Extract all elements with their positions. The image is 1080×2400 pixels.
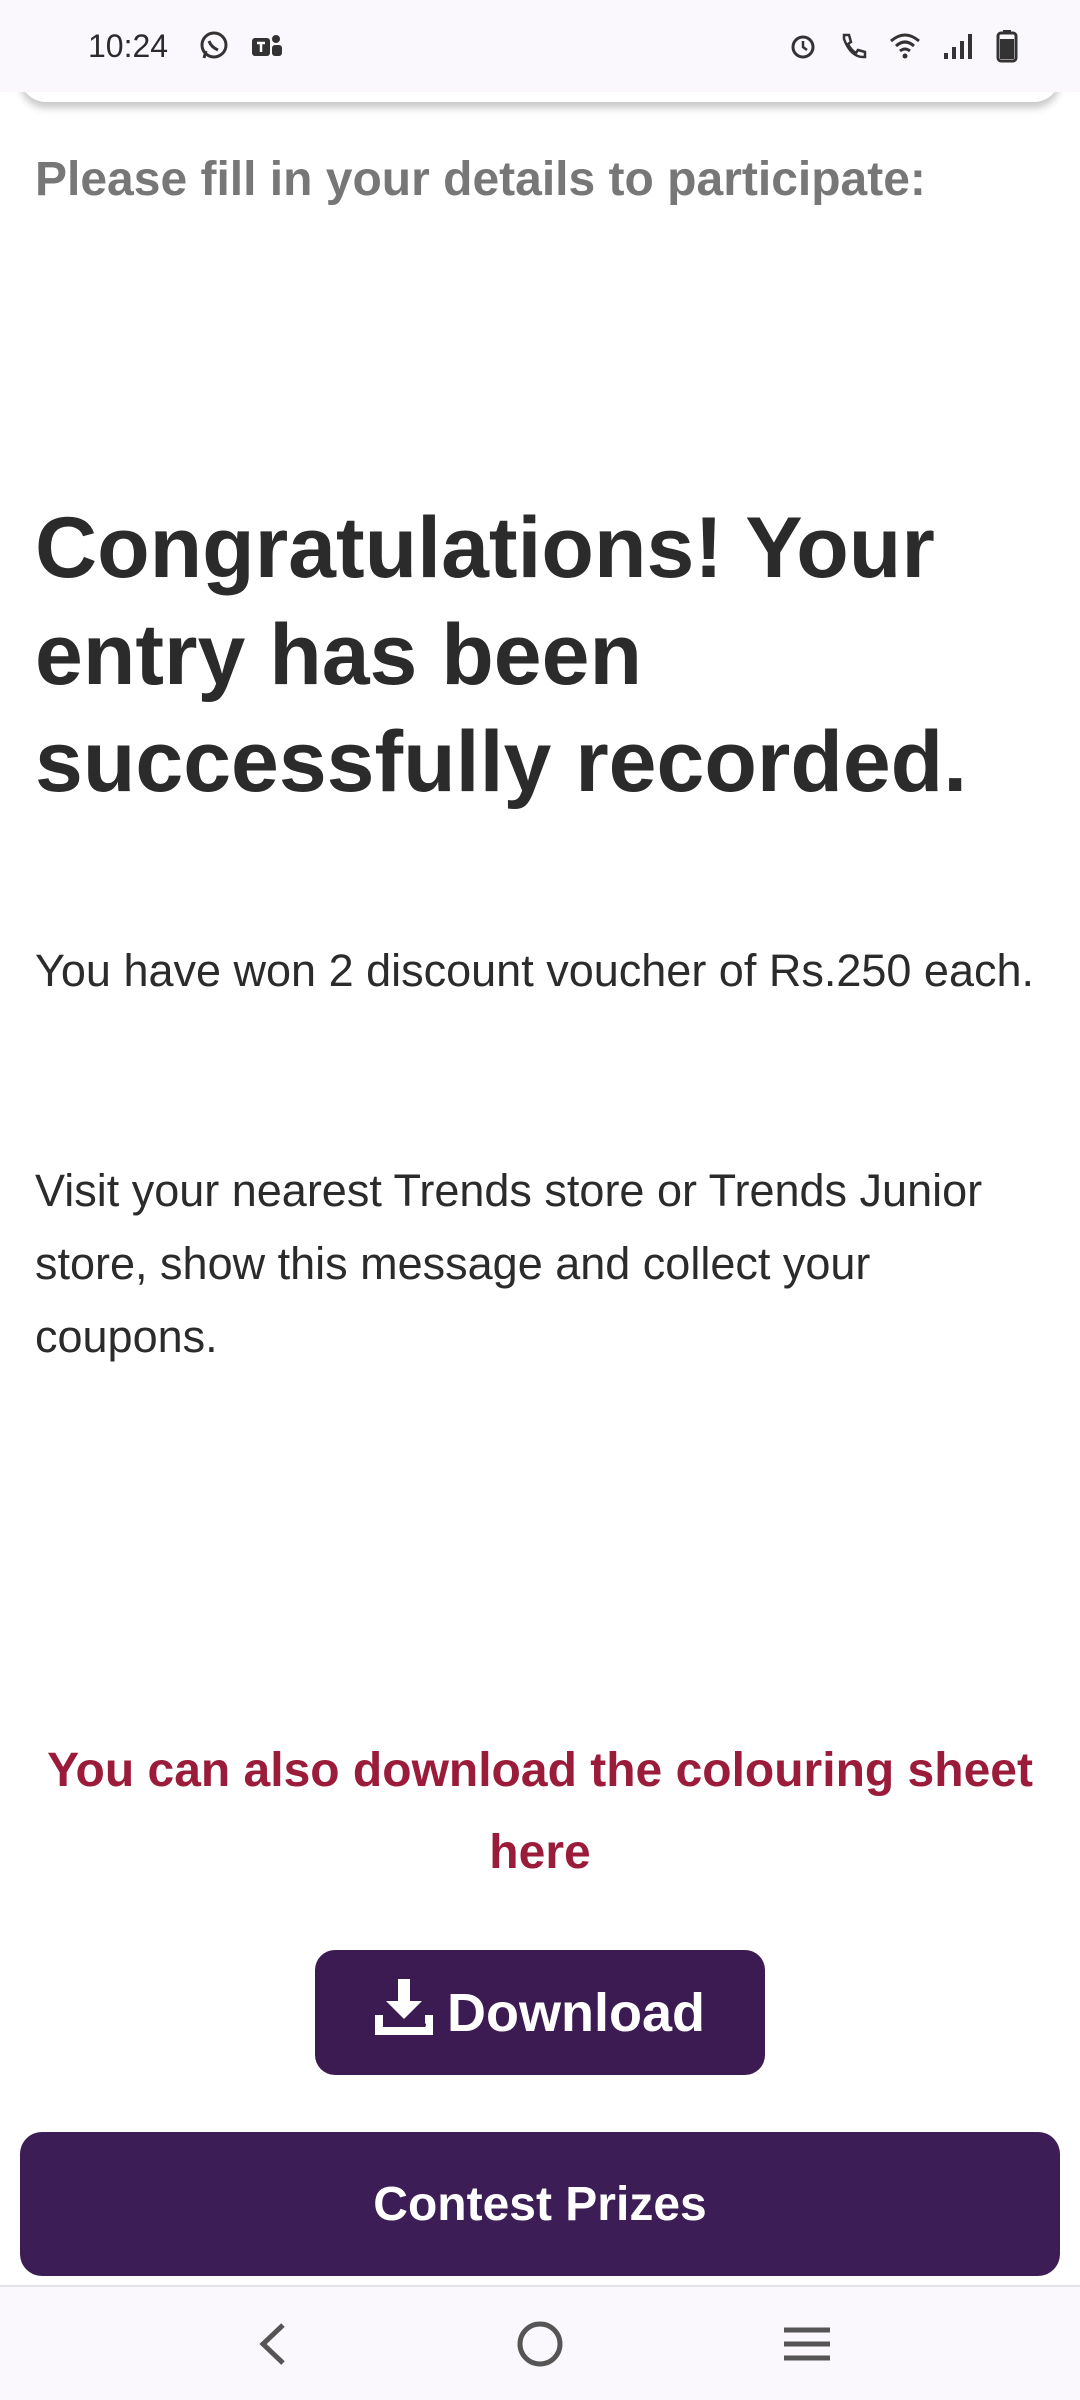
battery-icon xyxy=(996,29,1018,63)
status-bar: 10:24 xyxy=(0,0,1080,92)
form-intro-text: Please fill in your details to participa… xyxy=(35,153,926,206)
download-note: You can also download the colouring shee… xyxy=(47,1744,1033,1879)
store-instructions: Visit your nearest Trends store or Trend… xyxy=(35,1165,983,1362)
status-right xyxy=(788,29,1018,63)
download-button[interactable]: Download xyxy=(315,1950,765,2075)
back-icon[interactable] xyxy=(228,2299,318,2389)
signal-icon xyxy=(942,31,976,61)
wifi-icon xyxy=(888,31,922,61)
download-icon xyxy=(375,1977,433,2048)
contest-prizes-button[interactable]: Contest Prizes xyxy=(20,2132,1060,2276)
status-left: 10:24 xyxy=(88,28,284,65)
status-time: 10:24 xyxy=(88,27,169,64)
voucher-message: You have won 2 discount voucher of Rs.25… xyxy=(35,945,1035,996)
home-icon[interactable] xyxy=(495,2299,585,2389)
recents-icon[interactable] xyxy=(762,2299,852,2389)
whatsapp-icon xyxy=(198,30,230,62)
wifi-call-icon xyxy=(838,31,868,61)
download-button-label: Download xyxy=(447,1982,705,2043)
teams-icon xyxy=(250,30,284,62)
contest-prizes-label: Contest Prizes xyxy=(373,2177,707,2231)
system-nav-bar xyxy=(0,2285,1080,2400)
success-heading: Congratulations! Your entry has been suc… xyxy=(35,500,968,810)
alarm-icon xyxy=(788,31,818,61)
